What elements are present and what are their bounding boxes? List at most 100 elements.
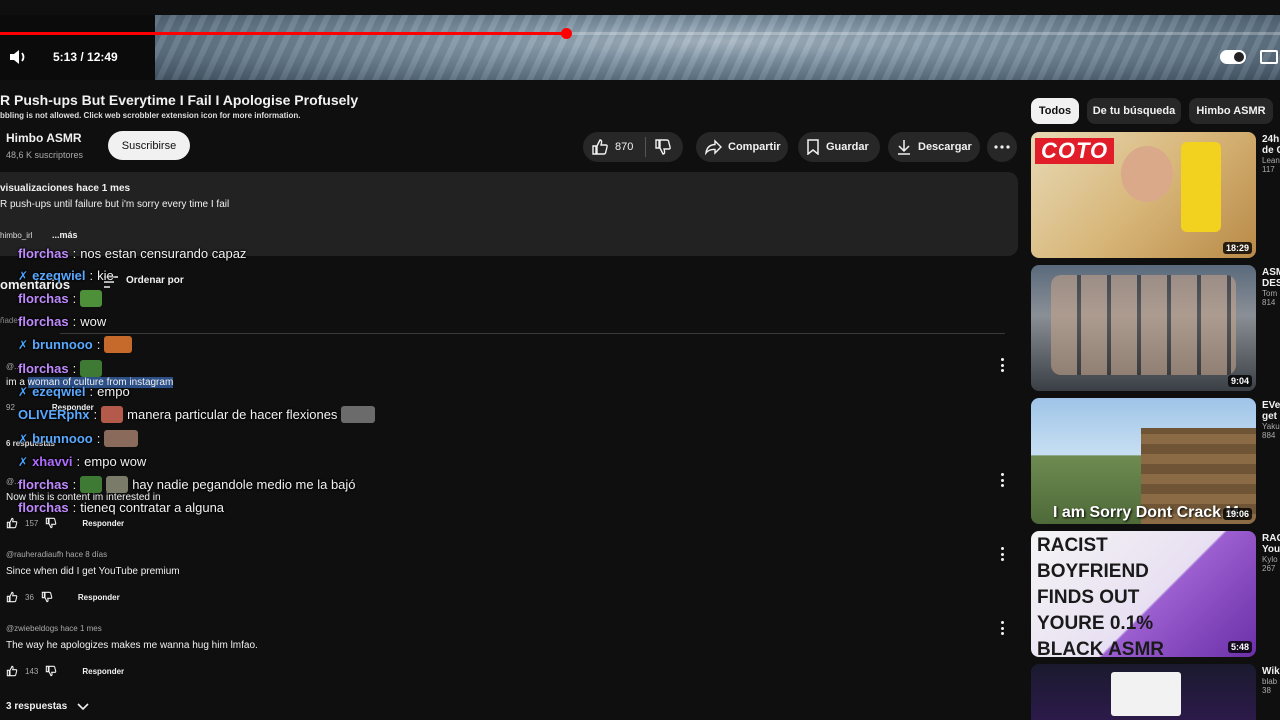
- dislike-icon[interactable]: [41, 591, 53, 603]
- chat-colon: :: [72, 477, 77, 492]
- chip-channel[interactable]: Himbo ASMR: [1189, 98, 1273, 124]
- like-count[interactable]: 870: [615, 141, 633, 153]
- save-button[interactable]: Guardar: [798, 132, 880, 162]
- related-thumbnail[interactable]: 9:04: [1031, 265, 1256, 391]
- thumbnail-logo: [1111, 672, 1181, 716]
- comment-author: @zwiebeldogs hace 1 mes: [6, 624, 102, 633]
- share-button[interactable]: Compartir: [696, 132, 788, 162]
- comment-author: @rauheradiaufh hace 8 días: [6, 550, 107, 559]
- emote-icon: [104, 430, 139, 447]
- download-label: Descargar: [918, 141, 972, 153]
- chat-message: florchas: hay nadie pegandole medio me l…: [18, 476, 356, 493]
- video-player[interactable]: 5:13 / 12:49: [0, 0, 1280, 80]
- related-meta[interactable]: EVe get Yaku 884: [1262, 400, 1280, 440]
- replies-toggle[interactable]: 3 respuestas: [6, 701, 89, 712]
- mod-badge-icon: ✗: [18, 454, 29, 469]
- like-icon[interactable]: [6, 517, 18, 529]
- thumbnail-group: [1051, 275, 1236, 375]
- dislike-icon[interactable]: [45, 517, 57, 529]
- related-meta[interactable]: ASM DES Tom 814: [1262, 267, 1280, 307]
- related-title: 24h: [1262, 134, 1280, 145]
- frog-emote-icon: [80, 360, 103, 377]
- scrubber-handle[interactable]: [560, 28, 572, 39]
- related-thumbnail[interactable]: [1031, 664, 1256, 720]
- add-comment-input[interactable]: ñade: [0, 316, 18, 325]
- share-icon: [705, 139, 722, 155]
- reply-button[interactable]: Responder: [82, 519, 124, 528]
- related-channel: Tom: [1262, 289, 1278, 298]
- comment-menu-button[interactable]: [1000, 621, 1004, 635]
- emote-icon: [80, 476, 103, 493]
- chat-text: manera particular de hacer flexiones: [127, 407, 338, 422]
- chat-username: xhavvi: [32, 454, 73, 469]
- chat-message: OLIVERphx: manera particular de hacer fl…: [18, 406, 376, 423]
- chat-text: tieneq contratar a alguna: [80, 500, 225, 515]
- comment-like-count: 92: [6, 403, 15, 412]
- like-icon[interactable]: [6, 591, 18, 603]
- subtitles-icon[interactable]: [1260, 50, 1278, 64]
- description-box[interactable]: [0, 172, 1018, 256]
- chat-username: florchas: [18, 361, 69, 376]
- autoplay-toggle[interactable]: [1220, 50, 1246, 64]
- comment-menu-button[interactable]: [1000, 473, 1004, 487]
- related-thumbnail[interactable]: COTO 18:29: [1031, 132, 1256, 258]
- like-icon[interactable]: [6, 665, 18, 677]
- related-thumbnail[interactable]: RACIST BOYFRIEND FINDS OUT YOURE 0.1% BL…: [1031, 531, 1256, 657]
- chat-text: empo: [97, 384, 130, 399]
- emote-icon: [341, 406, 376, 423]
- dislike-icon[interactable]: [45, 665, 57, 677]
- mod-badge-icon: ✗: [18, 268, 29, 283]
- channel-name[interactable]: Himbo ASMR: [6, 131, 82, 145]
- description-text: R push-ups until failure but i'm sorry e…: [0, 199, 230, 210]
- chat-message: ✗ brunnooo:: [18, 430, 139, 447]
- like-icon[interactable]: [591, 138, 609, 156]
- comment-author-handle[interactable]: @zwiebeldogs: [6, 624, 58, 633]
- comment-author-handle[interactable]: @rauheradiaufh: [6, 550, 64, 559]
- video-duration: 5:48: [1227, 641, 1252, 653]
- chat-username: brunnooo: [32, 431, 93, 446]
- related-meta[interactable]: RAC You Kylo 267: [1262, 533, 1280, 573]
- chat-colon: :: [72, 361, 77, 376]
- frog-emote-icon: [80, 290, 103, 307]
- dislike-icon[interactable]: [654, 138, 672, 156]
- chat-message: florchas: tieneq contratar a alguna: [18, 500, 224, 515]
- more-horiz-icon: [994, 145, 1010, 149]
- masthead-edge: [0, 0, 1280, 15]
- reply-button[interactable]: Responder: [82, 667, 124, 676]
- reply-button[interactable]: Responder: [78, 593, 120, 602]
- comment-time: hace 1 mes: [60, 624, 102, 633]
- chip-from-search[interactable]: De tu búsqueda: [1087, 98, 1181, 124]
- more-actions-button[interactable]: [987, 132, 1017, 162]
- volume-icon[interactable]: [8, 48, 28, 66]
- comment-text: The way he apologizes makes me wanna hug…: [6, 640, 258, 651]
- related-meta[interactable]: 24h de C Lean 117: [1262, 134, 1280, 174]
- comment-menu-button[interactable]: [1000, 547, 1004, 561]
- related-views: 117: [1262, 165, 1275, 174]
- chat-colon: :: [72, 246, 77, 261]
- sort-by-button[interactable]: Ordenar por: [126, 275, 184, 286]
- download-button[interactable]: Descargar: [888, 132, 980, 162]
- description-tag[interactable]: himbo_irl: [0, 231, 32, 240]
- related-title-line2: You: [1262, 544, 1280, 555]
- video-duration: 9:04: [1227, 375, 1252, 387]
- related-thumbnail[interactable]: I am Sorry Dont Crack M 19:06: [1031, 398, 1256, 524]
- related-title: ASM: [1262, 267, 1280, 278]
- replies-count: 3 respuestas: [6, 701, 68, 712]
- chip-all[interactable]: Todos: [1031, 98, 1079, 124]
- related-meta[interactable]: Wik blab 38: [1262, 666, 1280, 695]
- video-frame[interactable]: [155, 15, 1280, 80]
- comment-menu-button[interactable]: [1000, 358, 1004, 372]
- subscribe-button[interactable]: Suscribirse: [108, 131, 190, 160]
- chat-username: ezeqwiel: [32, 268, 86, 283]
- chat-message: ✗ ezeqwiel: kie: [18, 268, 114, 283]
- show-more-link[interactable]: ...más: [52, 230, 78, 240]
- chat-colon: :: [93, 407, 98, 422]
- video-duration: 18:29: [1222, 242, 1252, 254]
- thumbnail-text: I am Sorry Dont Crack M: [1053, 504, 1239, 521]
- comment-time: hace 8 días: [65, 550, 108, 559]
- progress-played: [0, 32, 566, 35]
- comment-actions: 36 Responder: [6, 591, 120, 603]
- subscriber-count: 48,6 K suscriptores: [6, 150, 84, 160]
- related-title-line2: de C: [1262, 145, 1280, 156]
- chat-text: kie: [97, 268, 114, 283]
